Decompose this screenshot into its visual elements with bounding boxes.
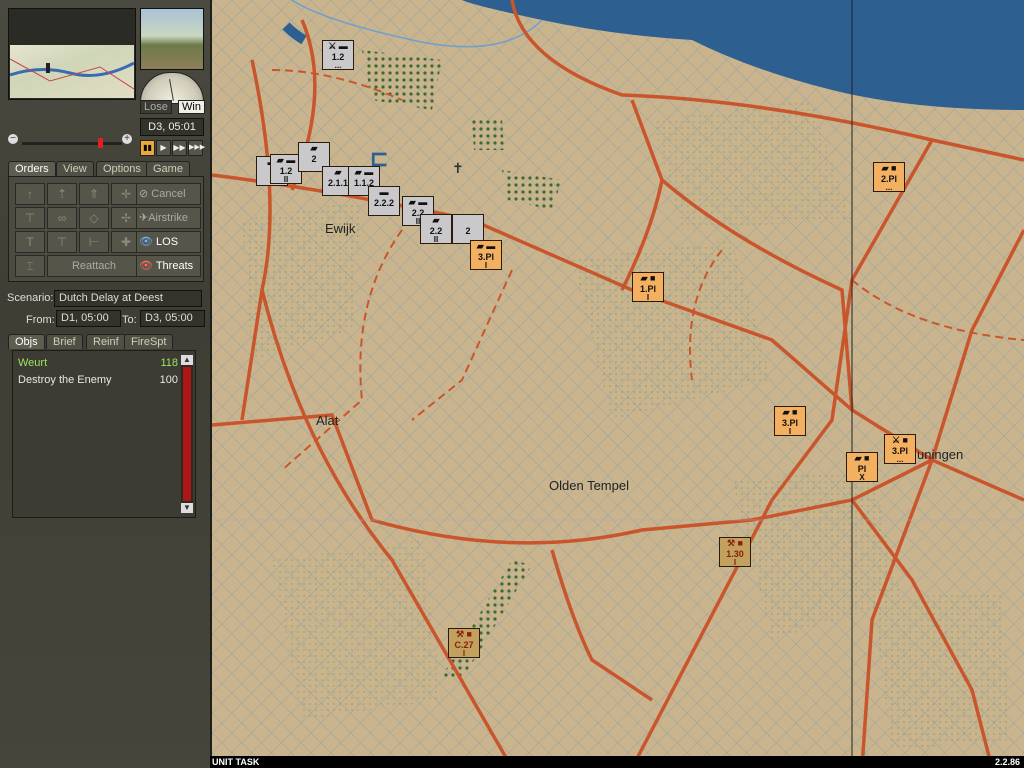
status-left: UNIT TASK (212, 757, 260, 767)
tab-options[interactable]: Options (96, 161, 148, 176)
unit-counter[interactable]: ▰ 2.2 II (420, 214, 452, 244)
mount-icon[interactable]: ∞ (47, 207, 77, 229)
entrench-icon[interactable]: ⊤ (15, 207, 45, 229)
pause-icon[interactable]: ▮▮ (140, 140, 155, 156)
threats-button[interactable]: 👁 Threats (136, 255, 201, 277)
objective-points: 100 (159, 374, 178, 386)
tab-game[interactable]: Game (146, 161, 190, 176)
tank-icon (453, 215, 483, 226)
objective-name: Destroy the Enemy (18, 374, 112, 386)
minimap[interactable] (8, 8, 136, 100)
reattach-button[interactable]: Reattach (47, 255, 141, 277)
to-time: D3, 05:00 (140, 310, 205, 327)
version-label: 2.2.86 (994, 757, 1020, 767)
fast-forward-icon[interactable]: ▶▶ (172, 140, 187, 156)
fastest-forward-icon[interactable]: ▶▶▶ (188, 140, 205, 156)
unit-counter[interactable]: ▰ ■ 2.Pl... (873, 162, 905, 192)
place-label: Ewijk (325, 221, 356, 236)
scroll-thumb[interactable] (183, 367, 191, 501)
eye-icon: 👁 (139, 236, 153, 248)
orders-panel: ↑ ⇡ ⇑ ✛ ⊤ ∞ ◇ ✢ T ⊤ ⊢ ✚ ⌶ Reattach ⊘ Can… (8, 176, 204, 282)
tank-icon: ▰ ▬ (408, 197, 428, 207)
cancel-icon: ⊘ (139, 188, 152, 200)
list-item[interactable]: Destroy the Enemy 100 (18, 374, 178, 386)
current-time: D3, 05:01 (140, 118, 204, 136)
scenario-name: Dutch Delay at Deest (54, 290, 202, 307)
place-label: Alat (316, 413, 339, 428)
artillery-icon: ⚒ ■ (726, 538, 743, 548)
time-slider[interactable]: − + (8, 134, 132, 148)
scenario-label: Scenario: (7, 292, 54, 304)
defend-icon[interactable]: ◇ (79, 207, 109, 229)
unit-counter[interactable]: ▬ 2.2.2 (368, 186, 400, 216)
status-bar: UNIT TASK 2.2.86 (210, 756, 1024, 768)
unit-counter[interactable]: ▰ ■ Pl X (846, 452, 878, 482)
battle-map[interactable]: Ewijk Alat Olden Tempel uningen ⊏ ✝ ⚔ ▬ 1… (212, 0, 1024, 768)
advance-icon[interactable]: ⇡ (47, 183, 77, 205)
tab-objs[interactable]: Objs (8, 334, 45, 349)
tank-icon: ▰ ▬ (276, 155, 296, 165)
scroll-down-icon[interactable]: ▼ (181, 503, 193, 513)
zoom-out-icon[interactable]: − (8, 134, 18, 144)
place-label: Olden Tempel (549, 478, 629, 493)
los-button[interactable]: 👁 LOS (136, 231, 201, 253)
bottom-tabs: Objs Brief Reinf FireSpt (8, 334, 202, 349)
infantry-icon: ⚔ ▬ (328, 41, 348, 51)
tank-icon: ▰ ▬ (354, 167, 374, 177)
tank-icon: ▰ ■ (640, 273, 656, 283)
tab-orders[interactable]: Orders (8, 161, 56, 176)
tank-icon: ▰ ■ (782, 407, 798, 417)
detach-icon[interactable]: ⌶ (15, 255, 45, 277)
tab-brief[interactable]: Brief (46, 334, 83, 349)
to-label: To: (122, 314, 137, 326)
map-terrain (212, 0, 1024, 768)
unit-counter[interactable]: ▰ ▬ 3.Pl I (470, 240, 502, 270)
tank-icon: ▰ ■ (881, 163, 897, 173)
control-panel: Lose Win D3, 05:01 − + ▮▮ ▶ ▶▶ ▶▶▶ Order… (0, 0, 212, 768)
zoom-in-icon[interactable]: + (122, 134, 132, 144)
cancel-button[interactable]: ⊘ Cancel (136, 183, 201, 205)
tank-icon: ▰ (310, 143, 318, 153)
objectives-list: Weurt 118 Destroy the Enemy 100 ▲ ▼ (12, 350, 196, 518)
deploy-icon[interactable]: T (15, 231, 45, 253)
play-icon[interactable]: ▶ (156, 140, 171, 156)
lose-label: Lose (140, 100, 172, 114)
truck-icon: ▬ (379, 187, 389, 197)
place-label: uningen (917, 447, 964, 462)
bridge-icon[interactable]: ⊢ (79, 231, 109, 253)
objectives-scrollbar[interactable]: ▲ ▼ (181, 355, 193, 513)
unit-counter[interactable]: ▰ ■ 1.Pl I (632, 272, 664, 302)
scroll-up-icon[interactable]: ▲ (181, 355, 193, 365)
top-tabs: Orders View Options Game (8, 161, 202, 176)
church-icon: ✝ (452, 160, 464, 176)
unit-counter[interactable]: ⚔ ■ 3.Pl... (884, 434, 916, 464)
assault-icon[interactable]: ⇑ (79, 183, 109, 205)
airstrike-button[interactable]: ✈Airstrike (136, 207, 201, 229)
tab-view[interactable]: View (56, 161, 94, 176)
slider-thumb[interactable] (98, 138, 103, 148)
tank-icon: ▰ (432, 215, 440, 225)
unit-counter[interactable]: ⚒ ■ C.27 I (448, 628, 480, 658)
airstrike-icon: ✈ (139, 212, 149, 224)
tank-icon: ▰ ▬ (476, 241, 496, 251)
from-label: From: (26, 314, 55, 326)
setup-icon[interactable]: ⊤ (47, 231, 77, 253)
minimap-image[interactable] (10, 45, 134, 98)
win-label: Win (178, 100, 205, 114)
unit-counter[interactable]: ▰ ■ 3.Pl I (774, 406, 806, 436)
tab-firespt[interactable]: FireSpt (124, 334, 174, 349)
threat-eye-icon: 👁 (139, 260, 153, 272)
move-icon[interactable]: ↑ (15, 183, 45, 205)
list-item[interactable]: Weurt 118 (18, 357, 178, 369)
artillery-icon: ⚒ ■ (455, 629, 472, 639)
tab-reinf[interactable]: Reinf (86, 334, 126, 349)
unit-counter[interactable]: ⚒ ■ 1.30 I (719, 537, 751, 567)
from-time: D1, 05:00 (56, 310, 121, 327)
tank-icon: ▰ ■ (854, 453, 870, 463)
terrain-photo (140, 8, 204, 70)
infantry-icon: ⚔ ■ (891, 435, 908, 445)
objective-name: Weurt (18, 357, 48, 369)
unit-counter[interactable]: ⚔ ▬ 1.2... (322, 40, 354, 70)
objective-points: 118 (160, 357, 178, 369)
